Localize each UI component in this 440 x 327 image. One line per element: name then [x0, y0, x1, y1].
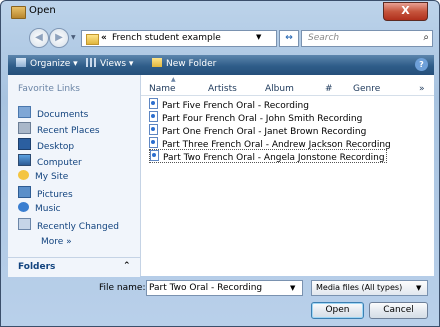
- pictures-icon: [18, 186, 31, 198]
- sidebar-item-my-site[interactable]: My Site: [18, 170, 68, 183]
- refresh-button[interactable]: ↔: [279, 30, 299, 47]
- audio-file-icon: [149, 124, 158, 135]
- open-dialog: Open X ◀ ▶ ▼ « French student example ▼ …: [0, 0, 440, 327]
- open-button[interactable]: Open: [311, 302, 364, 319]
- title-bar: Open X: [1, 1, 439, 25]
- search-placeholder: Search: [308, 33, 340, 43]
- folders-toggle[interactable]: Folders ⌃: [8, 257, 140, 277]
- breadcrumb-overflow[interactable]: «: [101, 33, 107, 43]
- file-type-dropdown-icon[interactable]: ▼: [416, 284, 421, 292]
- audio-file-icon: [149, 98, 158, 109]
- close-button[interactable]: X: [383, 2, 428, 21]
- folders-label: Folders: [18, 262, 56, 272]
- organize-icon: [16, 58, 26, 67]
- music-icon: [18, 202, 29, 212]
- recent-places-icon: [18, 122, 31, 134]
- file-name-input[interactable]: Part Two Oral - Recording ▼: [146, 280, 303, 296]
- search-input[interactable]: Search ⌕: [301, 30, 433, 47]
- sidebar-item-music[interactable]: Music: [18, 202, 61, 215]
- folder-icon: [86, 34, 99, 45]
- navigation-pane: Favorite Links Documents Recent Places D…: [8, 75, 141, 276]
- sidebar-item-computer[interactable]: Computer: [18, 154, 82, 168]
- audio-file-icon: [149, 137, 158, 148]
- new-folder-icon: [152, 58, 162, 67]
- recently-changed-icon: [18, 218, 31, 230]
- back-button[interactable]: ◀: [29, 28, 49, 48]
- search-icon[interactable]: ⌕: [423, 32, 429, 43]
- file-name-value: Part Two Oral - Recording: [149, 283, 263, 293]
- file-item[interactable]: Part Three French Oral - Andrew Jackson …: [149, 137, 391, 150]
- sidebar-item-desktop[interactable]: Desktop: [18, 138, 74, 152]
- sidebar-item-pictures[interactable]: Pictures: [18, 186, 73, 200]
- sidebar-item-documents[interactable]: Documents: [18, 106, 88, 120]
- dialog-footer: File name: Part Two Oral - Recording ▼ M…: [8, 277, 434, 322]
- desktop-icon: [18, 138, 31, 150]
- column-header-divider: [141, 95, 434, 96]
- forward-button[interactable]: ▶: [49, 28, 69, 48]
- audio-file-icon: [149, 111, 158, 122]
- help-icon[interactable]: ?: [415, 58, 428, 71]
- address-bar[interactable]: « French student example ▼: [81, 30, 277, 47]
- computer-icon: [18, 154, 31, 166]
- sort-ascending-icon: ▲: [171, 76, 176, 83]
- cancel-button[interactable]: Cancel: [369, 302, 428, 319]
- file-item[interactable]: Part Four French Oral - John Smith Recor…: [149, 111, 362, 124]
- my-site-icon: [18, 170, 29, 180]
- file-item[interactable]: Part One French Oral - Janet Brown Recor…: [149, 124, 366, 137]
- audio-file-icon: [150, 150, 159, 161]
- views-button[interactable]: Views ▾: [86, 58, 133, 69]
- command-toolbar: Organize ▾ Views ▾ New Folder ?: [8, 55, 434, 75]
- views-icon: [86, 58, 96, 67]
- file-list: Name Artists Album # Genre » Part Five F…: [141, 75, 434, 276]
- new-folder-button[interactable]: New Folder: [152, 58, 216, 69]
- file-name-label: File name:: [99, 283, 146, 293]
- file-name-dropdown-icon[interactable]: ▼: [290, 284, 295, 292]
- file-type-select[interactable]: Media files (All types) ▼: [311, 280, 428, 296]
- favorite-links-heading: Favorite Links: [18, 84, 80, 94]
- sidebar-item-recently-changed[interactable]: Recently Changed: [18, 218, 119, 232]
- sidebar-item-recent-places[interactable]: Recent Places: [18, 122, 100, 136]
- chevron-up-icon[interactable]: ⌃: [123, 261, 131, 271]
- file-type-value: Media files (All types): [316, 283, 403, 292]
- history-dropdown-icon[interactable]: ▼: [71, 34, 76, 41]
- breadcrumb-current-folder[interactable]: French student example: [112, 33, 221, 43]
- open-dialog-icon: [11, 6, 26, 19]
- more-links[interactable]: More »: [41, 237, 72, 247]
- window-title: Open: [29, 5, 56, 16]
- address-dropdown-icon[interactable]: ▼: [256, 33, 261, 41]
- file-item[interactable]: Part Five French Oral - Recording: [149, 98, 309, 111]
- organize-button[interactable]: Organize ▾: [16, 58, 78, 69]
- documents-icon: [18, 106, 31, 118]
- file-item-selected[interactable]: Part Two French Oral - Angela Jonstone R…: [149, 149, 387, 163]
- address-row: ◀ ▶ ▼ « French student example ▼ ↔ Searc…: [1, 25, 439, 51]
